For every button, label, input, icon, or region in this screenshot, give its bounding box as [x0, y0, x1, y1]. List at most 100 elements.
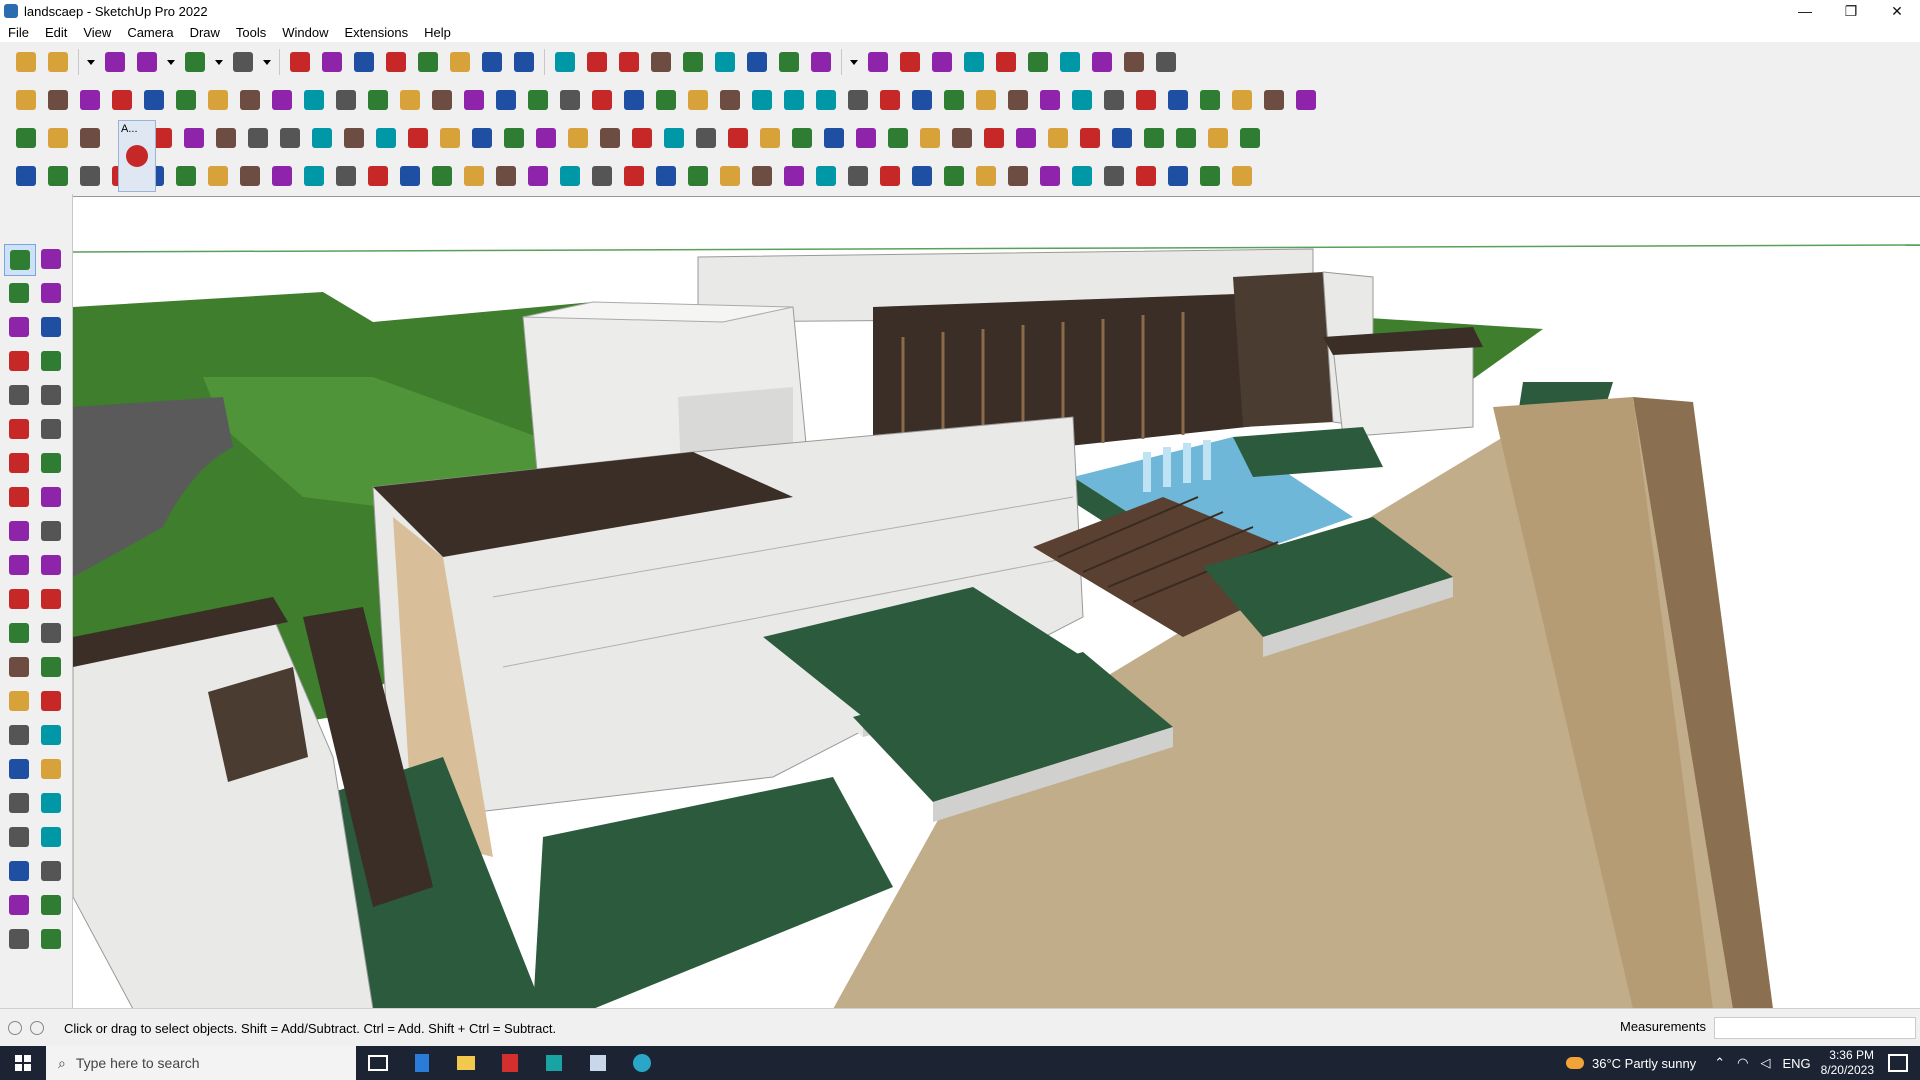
3dsmax-icon[interactable]: [532, 1046, 576, 1080]
path-icon[interactable]: [12, 162, 40, 190]
shape-icon[interactable]: [588, 162, 616, 190]
puzzle-icon[interactable]: [884, 124, 912, 152]
extension-icon[interactable]: [928, 48, 956, 76]
curve-icon[interactable]: [364, 86, 392, 114]
shape-icon[interactable]: [460, 162, 488, 190]
shape-icon[interactable]: [780, 162, 808, 190]
pie-icon[interactable]: [4, 482, 34, 512]
parallel-icon[interactable]: [428, 86, 456, 114]
rotate-arrow-icon[interactable]: [212, 124, 240, 152]
orbit-icon[interactable]: [551, 48, 579, 76]
push-pull-icon[interactable]: [286, 48, 314, 76]
protractor-icon[interactable]: [4, 652, 34, 682]
scale-icon[interactable]: [4, 584, 34, 614]
shape-icon[interactable]: [1164, 162, 1192, 190]
taskbar-search[interactable]: ⌕ Type here to search: [46, 1046, 356, 1080]
arc2-icon[interactable]: [36, 482, 66, 512]
shape-icon[interactable]: [1004, 86, 1032, 114]
shape-icon[interactable]: [204, 162, 232, 190]
c-icon[interactable]: [660, 124, 688, 152]
zoom-icon[interactable]: [12, 48, 40, 76]
wand-icon[interactable]: [780, 86, 808, 114]
warehouse-icon[interactable]: [896, 48, 924, 76]
c-icon[interactable]: [724, 124, 752, 152]
menu-camera[interactable]: Camera: [119, 25, 181, 40]
frame-icon[interactable]: [180, 124, 208, 152]
notification-icon[interactable]: [1888, 1054, 1908, 1072]
link-icon[interactable]: [372, 124, 400, 152]
window-icon[interactable]: [308, 124, 336, 152]
text-icon[interactable]: [36, 652, 66, 682]
dropdown-icon[interactable]: [213, 48, 225, 76]
axes-icon[interactable]: [1024, 48, 1052, 76]
shape-icon[interactable]: [1292, 86, 1320, 114]
shape-icon[interactable]: [1228, 86, 1256, 114]
plane-icon[interactable]: [492, 86, 520, 114]
shape-icon[interactable]: [172, 162, 200, 190]
text-icon[interactable]: [478, 48, 506, 76]
path-icon[interactable]: [44, 162, 72, 190]
menu-file[interactable]: File: [0, 25, 37, 40]
orbit-tool-icon[interactable]: [4, 720, 34, 750]
u-turn-icon[interactable]: [820, 124, 848, 152]
weather-text[interactable]: 36°C Partly sunny: [1592, 1056, 1696, 1071]
arrow-icon[interactable]: [332, 86, 360, 114]
dimension-icon[interactable]: [36, 618, 66, 648]
qr-icon[interactable]: [1236, 124, 1264, 152]
arrow-icon[interactable]: [172, 86, 200, 114]
shape-icon[interactable]: [1100, 86, 1128, 114]
edge-icon[interactable]: [620, 1046, 664, 1080]
menu-view[interactable]: View: [75, 25, 119, 40]
close-button[interactable]: ✕: [1874, 0, 1920, 22]
shape-icon[interactable]: [940, 86, 968, 114]
parallel-icon[interactable]: [396, 86, 424, 114]
walk-icon[interactable]: [4, 856, 34, 886]
sandbox-icon[interactable]: [711, 48, 739, 76]
clock[interactable]: 3:36 PM 8/20/2023: [1821, 1048, 1874, 1078]
function-icon[interactable]: [716, 86, 744, 114]
geo-location-icon[interactable]: [8, 1021, 22, 1035]
layers-icon[interactable]: [679, 48, 707, 76]
shape-icon[interactable]: [812, 86, 840, 114]
move-icon[interactable]: [350, 48, 378, 76]
plane-icon[interactable]: [12, 124, 40, 152]
cone-icon[interactable]: [596, 124, 624, 152]
info-icon[interactable]: [30, 1021, 44, 1035]
sandbox-stamp-icon[interactable]: [36, 924, 66, 954]
down-arrow-icon[interactable]: [992, 48, 1020, 76]
shape-icon[interactable]: [268, 162, 296, 190]
shape-icon[interactable]: [876, 162, 904, 190]
rotate-icon[interactable]: [4, 550, 34, 580]
polygon-icon[interactable]: [36, 414, 66, 444]
zoom-window-icon[interactable]: [36, 754, 66, 784]
move-icon[interactable]: [756, 124, 784, 152]
c-icon[interactable]: [692, 124, 720, 152]
plus-icon[interactable]: [468, 124, 496, 152]
arrow-icon[interactable]: [204, 86, 232, 114]
sandbox-tools-icon[interactable]: [775, 48, 803, 76]
shape-icon[interactable]: [1164, 86, 1192, 114]
restore-button[interactable]: ❐: [1828, 0, 1874, 22]
xray-icon[interactable]: [1056, 48, 1084, 76]
arc-icon[interactable]: [4, 448, 34, 478]
box-icon[interactable]: [76, 86, 104, 114]
shape-icon[interactable]: [1036, 86, 1064, 114]
redo-icon[interactable]: [1120, 48, 1148, 76]
menu-tools[interactable]: Tools: [228, 25, 274, 40]
shape-icon[interactable]: [748, 162, 776, 190]
shape-icon[interactable]: [812, 162, 840, 190]
paint-icon[interactable]: [4, 278, 34, 308]
acrobat-icon[interactable]: [488, 1046, 532, 1080]
shape-icon[interactable]: [1036, 162, 1064, 190]
look-around-icon[interactable]: [36, 822, 66, 852]
shape-icon[interactable]: [972, 162, 1000, 190]
cone-icon[interactable]: [564, 124, 592, 152]
push-pull-icon[interactable]: [36, 516, 66, 546]
minimize-button[interactable]: —: [1782, 0, 1828, 22]
zoom-extents-icon[interactable]: [647, 48, 675, 76]
shape-icon[interactable]: [524, 162, 552, 190]
component-icon[interactable]: [4, 312, 34, 342]
layers-icon[interactable]: [1044, 124, 1072, 152]
shape-icon[interactable]: [492, 162, 520, 190]
box-icon[interactable]: [980, 124, 1008, 152]
